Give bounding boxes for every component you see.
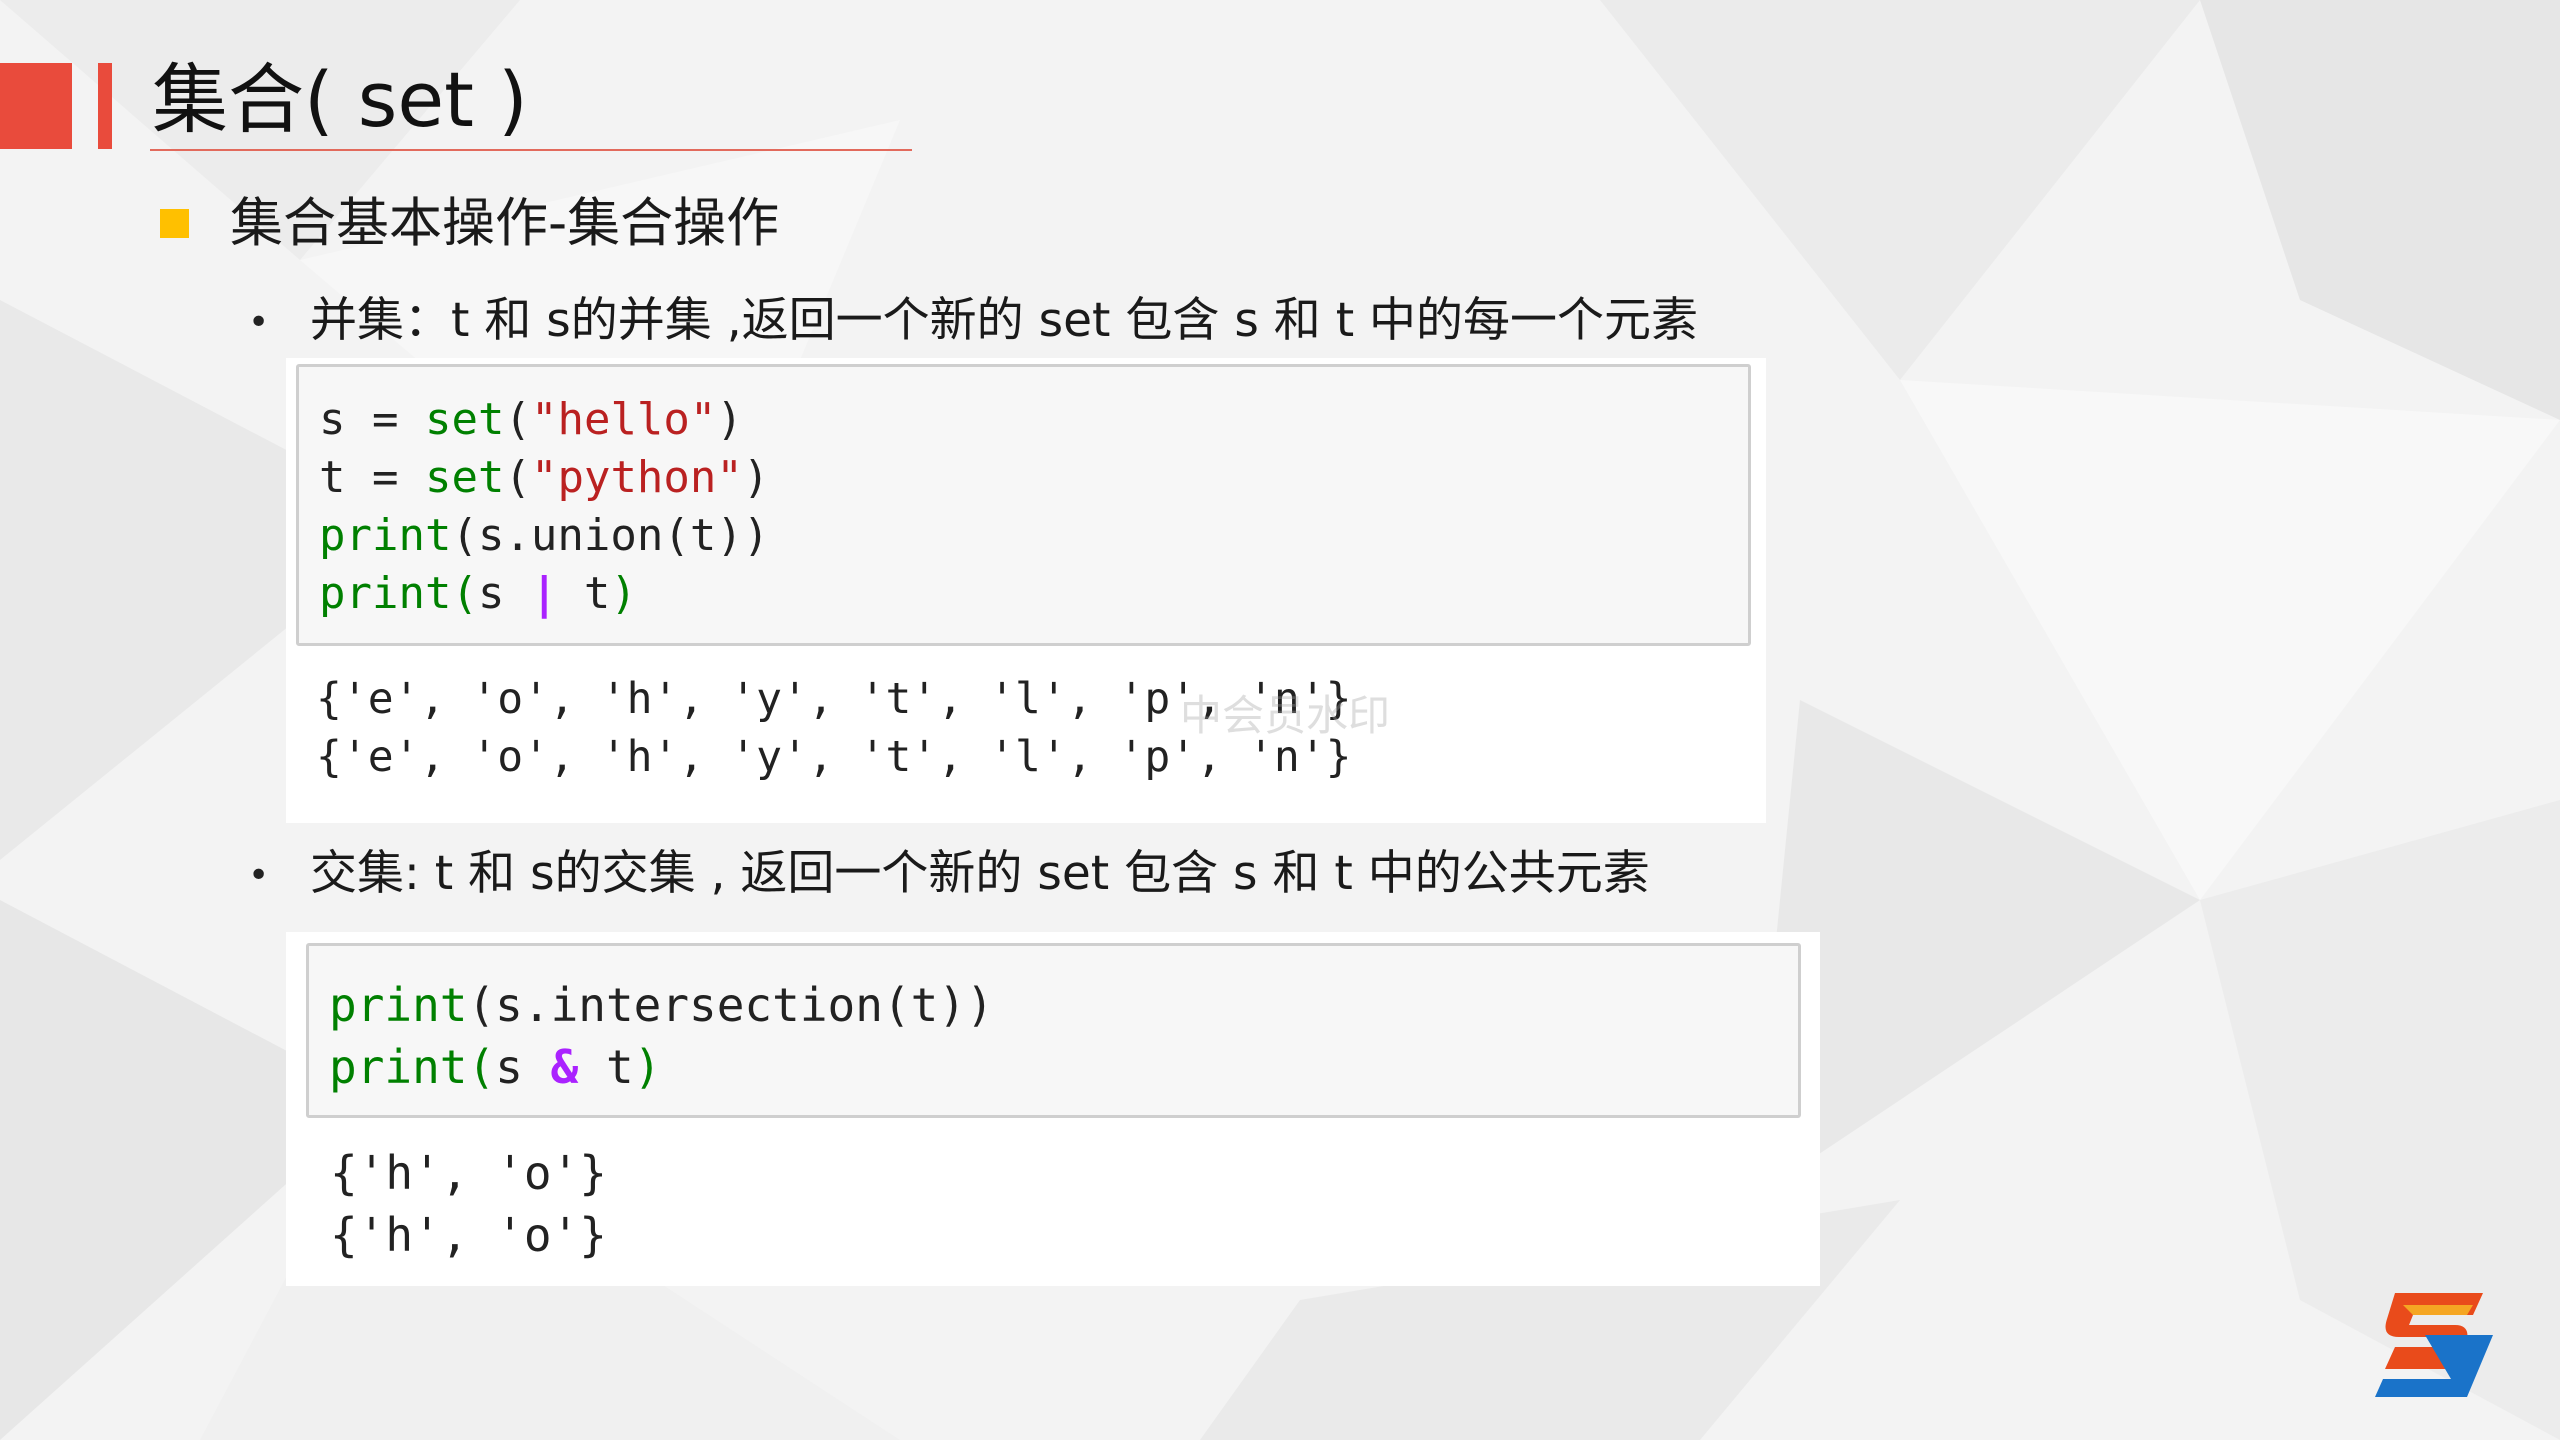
code-line: s = set("hello"): [319, 394, 743, 445]
intersection-code-input: print(s.intersection(t)) print(s & t): [306, 943, 1801, 1118]
intersection-code: print(s.intersection(t)) print(s & t): [329, 974, 994, 1098]
union-code: s = set("hello") t = set("python") print…: [319, 391, 769, 623]
title-accent-block: [0, 63, 72, 149]
title-accent-bar: [98, 63, 112, 149]
slide-title: 集合( set ): [152, 55, 528, 144]
section-heading: 集合基本操作-集合操作: [230, 193, 780, 254]
intersection-description: 交集: t 和 s的交集 , 返回一个新的 set 包含 s 和 t 中的公共元…: [310, 846, 1650, 901]
output-line: {'h', 'o'}: [330, 1208, 607, 1262]
intersection-notebook-cell: print(s.intersection(t)) print(s & t) {'…: [286, 932, 1820, 1286]
bullet-dot-icon: •: [248, 302, 270, 343]
square-bullet-icon: [160, 209, 189, 238]
output-line: {'h', 'o'}: [330, 1146, 607, 1200]
union-description: 并集：t 和 s的并集 ,返回一个新的 set 包含 s 和 t 中的每一个元素: [310, 293, 1699, 348]
code-line: print(s & t): [329, 1040, 662, 1094]
code-line: print(s.intersection(t)): [329, 978, 994, 1032]
code-line: print(s.union(t)): [319, 510, 770, 561]
watermark-text: 中会员水印: [1180, 691, 1391, 740]
code-line: t = set("python"): [319, 452, 770, 503]
union-notebook-cell: s = set("hello") t = set("python") print…: [286, 358, 1766, 823]
title-underline: [150, 149, 912, 151]
code-line: print(s | t): [319, 568, 637, 619]
intersection-output: {'h', 'o'} {'h', 'o'}: [330, 1142, 607, 1266]
s-logo-icon: [2375, 1293, 2493, 1397]
bullet-dot-icon: •: [248, 855, 270, 896]
union-code-input: s = set("hello") t = set("python") print…: [296, 364, 1751, 646]
